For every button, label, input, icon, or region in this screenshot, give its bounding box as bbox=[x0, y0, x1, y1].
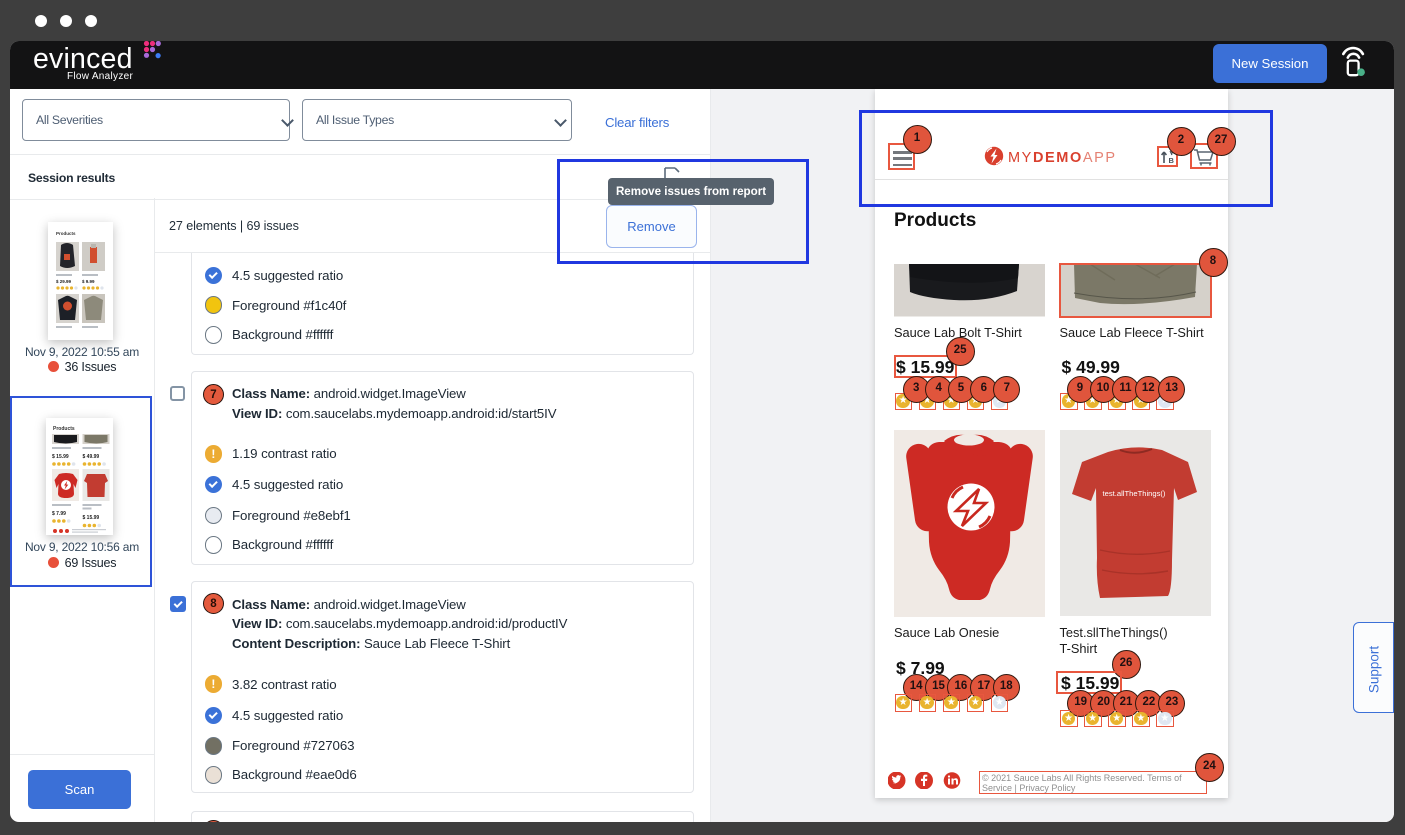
svg-text:$ 7.99: $ 7.99 bbox=[52, 511, 66, 517]
svg-text:$ 49.99: $ 49.99 bbox=[83, 454, 100, 460]
svg-text:Products: Products bbox=[56, 231, 76, 236]
svg-text:$ 29.99: $ 29.99 bbox=[56, 279, 72, 284]
svg-text:$ 15.99: $ 15.99 bbox=[52, 454, 69, 460]
svg-text:$ 9.99: $ 9.99 bbox=[82, 279, 95, 284]
svg-text:test.allTheThings(): test.allTheThings() bbox=[1102, 489, 1165, 498]
svg-text:Products: Products bbox=[53, 426, 75, 432]
svg-text:$ 15.99: $ 15.99 bbox=[83, 515, 100, 521]
